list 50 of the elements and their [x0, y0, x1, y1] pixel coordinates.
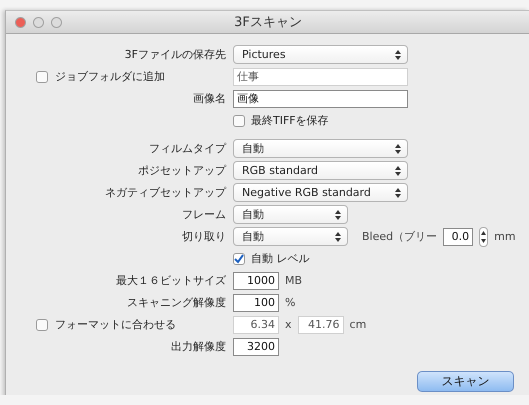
- text-field[interactable]: 画像: [233, 90, 408, 108]
- close-icon[interactable]: [15, 16, 26, 28]
- checkbox[interactable]: [233, 252, 245, 264]
- updown-arrows-icon: [395, 144, 401, 154]
- updown-arrows-icon: [335, 210, 341, 220]
- updown-arrows-icon: [395, 188, 401, 198]
- bleed-field[interactable]: 0.0: [443, 228, 474, 246]
- field-label: スキャニング解像度: [126, 295, 226, 310]
- popup-button[interactable]: 自動: [233, 139, 408, 158]
- field-label: 切り取り: [181, 229, 226, 244]
- number-field[interactable]: 100: [233, 294, 279, 312]
- unit-label: mm: [494, 230, 516, 243]
- popup-button[interactable]: RGB standard: [233, 161, 408, 180]
- checkbox-label: フォーマットに合わせる: [55, 317, 176, 332]
- scan-button[interactable]: スキャン: [417, 371, 514, 392]
- updown-arrows-icon: [335, 232, 341, 242]
- number-field[interactable]: 1000: [233, 272, 279, 290]
- stepper-icon[interactable]: [479, 226, 488, 246]
- checkbox-label: ジョブフォルダに追加: [55, 69, 165, 84]
- popup-button[interactable]: Negative RGB standard: [233, 183, 408, 202]
- checkbox-label: 自動 レベル: [251, 251, 310, 266]
- checkbox[interactable]: [36, 70, 48, 82]
- popup-button[interactable]: 自動: [233, 227, 348, 246]
- field-label: 3Fファイルの保存先: [124, 47, 226, 62]
- popup-button[interactable]: 自動: [233, 205, 348, 224]
- times-sign: x: [285, 318, 292, 331]
- field-label: 画像名: [192, 91, 226, 106]
- width-field[interactable]: 6.34: [233, 316, 279, 334]
- checkbox[interactable]: [233, 114, 245, 126]
- window-title: 3Fスキャン: [234, 14, 302, 31]
- field-label: フレーム: [181, 207, 226, 222]
- checkbox[interactable]: [36, 318, 48, 330]
- popup-button[interactable]: Pictures: [233, 45, 408, 64]
- number-field[interactable]: 3200: [233, 338, 279, 356]
- minimize-icon[interactable]: [33, 16, 44, 28]
- unit-label: %: [285, 296, 296, 309]
- text-field[interactable]: 仕事: [233, 68, 408, 86]
- field-label: 最大１６ビットサイズ: [115, 273, 226, 288]
- unit-label: cm: [350, 318, 366, 331]
- height-field[interactable]: 41.76: [298, 316, 344, 334]
- zoom-icon[interactable]: [51, 16, 62, 28]
- bleed-label: Bleed（ブリー: [362, 229, 438, 244]
- updown-arrows-icon: [395, 50, 401, 60]
- field-label: ネガティブセットアップ: [104, 185, 226, 200]
- field-label: フィルムタイプ: [148, 141, 226, 156]
- unit-label: MB: [285, 274, 302, 287]
- updown-arrows-icon: [395, 166, 401, 176]
- checkbox-label: 最終TIFFを保存: [251, 113, 329, 128]
- field-label: 出力解像度: [170, 339, 226, 354]
- field-label: ポジセットアップ: [137, 163, 226, 178]
